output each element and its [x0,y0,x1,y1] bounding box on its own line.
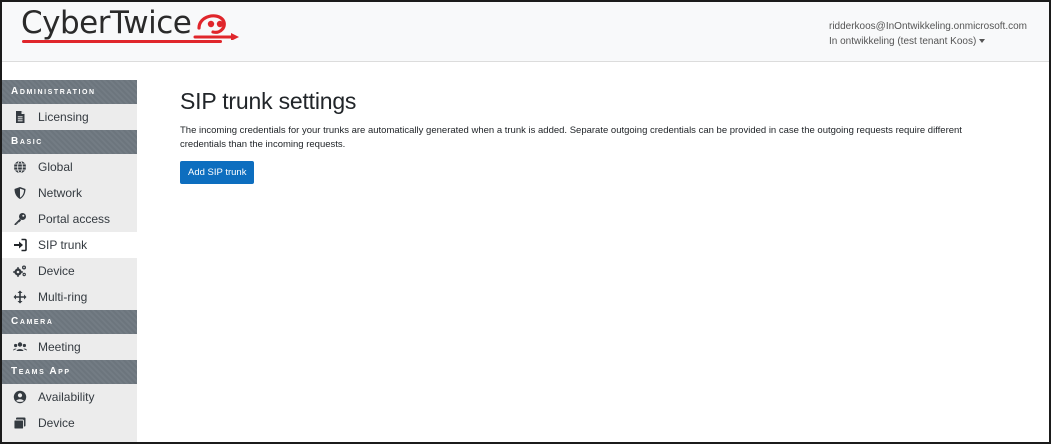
arrows-icon [12,289,28,305]
sidebar-item-availability[interactable]: Availability [2,384,137,410]
logo-mark-icon [193,14,240,40]
sidebar-item-multi-ring[interactable]: Multi-ring [2,284,137,310]
add-sip-trunk-button[interactable]: Add SIP trunk [180,161,255,184]
sidebar: Administration Licensing Basic Global Ne… [2,80,137,442]
sidebar-item-label: Licensing [38,110,89,124]
user-menu: ridderkoos@InOntwikkeling.onmicrosoft.co… [829,19,1027,49]
sidebar-item-label: Device [38,264,75,278]
tablet-icon [12,415,28,431]
user-email: ridderkoos@InOntwikkeling.onmicrosoft.co… [828,21,1027,32]
sidebar-item-teams-device[interactable]: Device [2,410,137,436]
sidebar-item-label: Availability [38,390,95,404]
sidebar-item-sip-trunk[interactable]: SIP trunk [2,232,137,258]
cogs-icon [12,263,28,279]
sidebar-item-device[interactable]: Device [2,258,137,284]
sidebar-item-portal-access[interactable]: Portal access [2,206,137,232]
sidebar-item-global[interactable]: Global [2,154,137,180]
sign-in-icon [12,237,28,253]
top-header: CyberTwice ridderkoos@InOntwikkeling.onm… [2,2,1049,62]
sidebar-item-label: Meeting [38,340,81,354]
sidebar-item-label: Global [38,160,73,174]
sidebar-item-label: Multi-ring [38,290,88,304]
logo-text: CyberTwice [21,5,192,41]
file-icon [12,109,28,125]
tenant-dropdown[interactable]: In ontwikkeling (test tenant Koos) [829,34,1027,49]
app-window: CyberTwice ridderkoos@InOntwikkeling.onm… [0,0,1051,444]
section-header-administration: Administration [2,80,137,104]
shield-icon [12,185,28,201]
tenant-label: In ontwikkeling (test tenant Koos) [828,36,977,47]
main-content: SIP trunk settings The incoming credenti… [180,88,1009,184]
sidebar-item-label: Device [38,416,75,430]
key-icon [12,211,28,227]
sidebar-item-label: SIP trunk [38,238,88,252]
sidebar-item-label: Network [38,186,83,200]
user-circle-icon [12,389,28,405]
caret-down-icon [979,39,986,44]
section-header-camera: Camera [2,310,137,334]
section-header-teams-app: Teams App [2,360,137,384]
users-icon [12,339,28,355]
sidebar-item-meeting[interactable]: Meeting [2,334,137,360]
logo-underline [22,40,222,43]
sidebar-item-licensing[interactable]: Licensing [2,104,137,130]
sidebar-item-label: Portal access [38,212,111,226]
sidebar-item-network[interactable]: Network [2,180,137,206]
page-title: SIP trunk settings [180,88,357,114]
page-description: The incoming credentials for your trunks… [180,125,962,150]
section-header-basic: Basic [2,130,137,154]
globe-icon [12,159,28,175]
